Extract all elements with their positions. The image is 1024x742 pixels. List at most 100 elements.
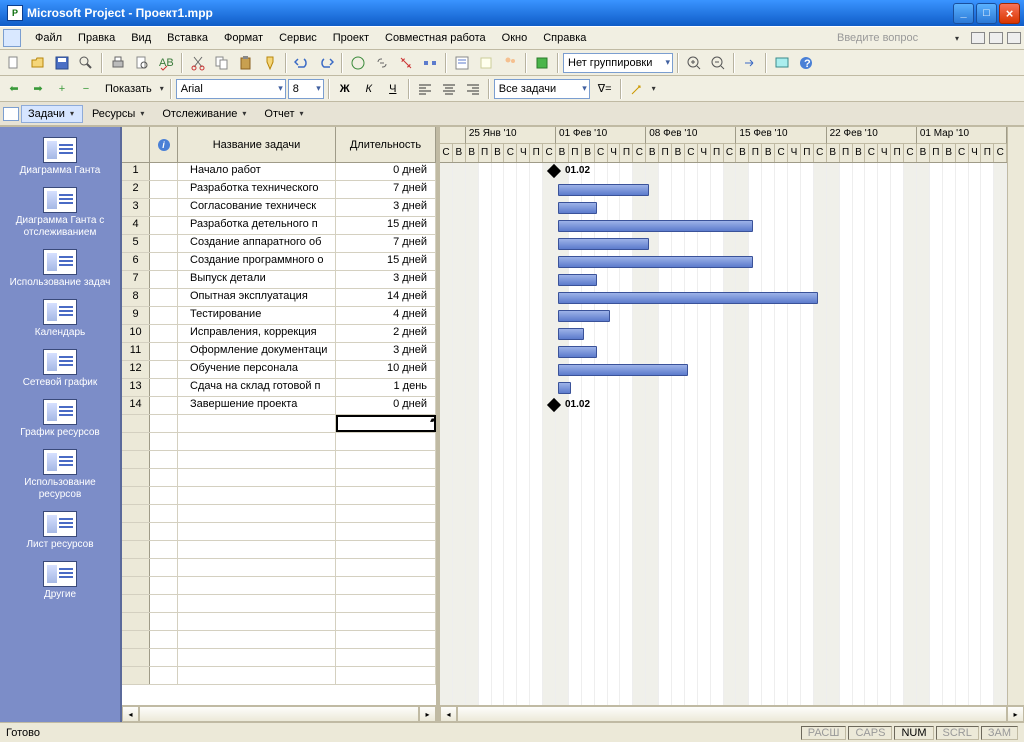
ask-dropdown[interactable]: ▾: [953, 34, 961, 43]
table-row[interactable]: 11Оформление документаци3 дней: [122, 343, 436, 361]
align-center-button[interactable]: [438, 78, 460, 100]
duration-cell[interactable]: 3 дней: [336, 199, 436, 216]
viewbar-resources[interactable]: Ресурсы▾: [85, 105, 153, 123]
hscroll-left-arrow[interactable]: ◂: [122, 706, 139, 722]
menu-help[interactable]: Справка: [535, 29, 594, 47]
doc-minimize-button[interactable]: [971, 32, 985, 44]
wand-dropdown[interactable]: ▾: [650, 84, 658, 93]
table-row[interactable]: 13Сдача на склад готовой п1 день: [122, 379, 436, 397]
redo-button[interactable]: [315, 52, 337, 74]
copy-button[interactable]: [211, 52, 233, 74]
row-info-cell[interactable]: [150, 289, 178, 306]
task-name-cell[interactable]: Завершение проекта: [178, 397, 336, 414]
task-name-cell[interactable]: Создание аппаратного об: [178, 235, 336, 252]
row-number[interactable]: 8: [122, 289, 150, 306]
nav-forward-button[interactable]: ➡: [27, 78, 49, 100]
row-info-cell[interactable]: [150, 379, 178, 396]
menu-insert[interactable]: Вставка: [159, 29, 216, 47]
task-name-cell[interactable]: Обучение персонала: [178, 361, 336, 378]
hscroll-right-track[interactable]: [457, 706, 1007, 722]
side-resource-sheet[interactable]: Лист ресурсов: [3, 507, 117, 555]
duration-cell[interactable]: 3 дней: [336, 271, 436, 288]
underline-button[interactable]: Ч: [382, 78, 404, 100]
viewbar-tracking[interactable]: Отслеживание▾: [155, 105, 255, 123]
table-row[interactable]: [122, 469, 436, 487]
zoom-in-button[interactable]: [683, 52, 705, 74]
menu-tools[interactable]: Сервис: [271, 29, 325, 47]
gantt-bar[interactable]: [558, 274, 597, 286]
show-dropdown[interactable]: ▾: [158, 84, 166, 93]
row-number[interactable]: 13: [122, 379, 150, 396]
publish-button[interactable]: [531, 52, 553, 74]
unlink-tasks-button[interactable]: [395, 52, 417, 74]
minimize-button[interactable]: _: [953, 3, 974, 24]
gantt-bar[interactable]: [558, 382, 571, 394]
align-right-button[interactable]: [462, 78, 484, 100]
header-name[interactable]: Название задачи: [178, 127, 336, 162]
align-left-button[interactable]: [414, 78, 436, 100]
link-tasks-button[interactable]: [371, 52, 393, 74]
hscroll-right-arrow[interactable]: ◂: [440, 706, 457, 722]
row-number[interactable]: 4: [122, 217, 150, 234]
group-combo[interactable]: Нет группировки: [563, 53, 673, 73]
side-tracking-gantt[interactable]: Диаграмма Ганта с отслеживанием: [3, 183, 117, 243]
viewbar-tasks[interactable]: Задачи▾: [21, 105, 83, 123]
gantt-body[interactable]: 01.0201.02: [440, 163, 1007, 705]
row-info-cell[interactable]: [150, 253, 178, 270]
table-row[interactable]: [122, 559, 436, 577]
new-button[interactable]: [3, 52, 25, 74]
task-name-cell[interactable]: Тестирование: [178, 307, 336, 324]
menu-format[interactable]: Формат: [216, 29, 271, 47]
row-info-cell[interactable]: [150, 397, 178, 414]
row-info-cell[interactable]: [150, 271, 178, 288]
hyperlink-button[interactable]: [347, 52, 369, 74]
wand-button[interactable]: [626, 78, 648, 100]
header-rownum[interactable]: [122, 127, 150, 162]
copy-picture-button[interactable]: [771, 52, 793, 74]
table-row[interactable]: [122, 577, 436, 595]
task-name-cell[interactable]: Исправления, коррекция: [178, 325, 336, 342]
print-button[interactable]: [107, 52, 129, 74]
row-info-cell[interactable]: [150, 235, 178, 252]
assign-resources-button[interactable]: [499, 52, 521, 74]
doc-close-button[interactable]: [1007, 32, 1021, 44]
spellcheck-button[interactable]: ABC: [155, 52, 177, 74]
gantt-bar[interactable]: [558, 220, 753, 232]
row-number[interactable]: 6: [122, 253, 150, 270]
task-name-cell[interactable]: Выпуск детали: [178, 271, 336, 288]
table-row[interactable]: [122, 667, 436, 685]
row-number[interactable]: 2: [122, 181, 150, 198]
table-row-editing[interactable]: [122, 415, 436, 433]
table-row[interactable]: 3Согласование техническ3 дней: [122, 199, 436, 217]
hscroll-right-arrow2[interactable]: ▸: [1007, 706, 1024, 722]
table-row[interactable]: [122, 631, 436, 649]
row-number[interactable]: 11: [122, 343, 150, 360]
milestone-diamond[interactable]: [547, 164, 561, 178]
indent-button[interactable]: −: [75, 78, 97, 100]
duration-cell[interactable]: 7 дней: [336, 181, 436, 198]
task-name-cell[interactable]: Оформление документаци: [178, 343, 336, 360]
row-number[interactable]: 7: [122, 271, 150, 288]
hscroll-left-arrow2[interactable]: ▸: [419, 706, 436, 722]
gantt-bar[interactable]: [558, 184, 649, 196]
menu-edit[interactable]: Правка: [70, 29, 123, 47]
filter-combo[interactable]: Все задачи: [494, 79, 590, 99]
duration-cell[interactable]: 0 дней: [336, 163, 436, 180]
table-row[interactable]: [122, 433, 436, 451]
menu-file[interactable]: Файл: [27, 29, 70, 47]
hscroll-left-track[interactable]: [139, 706, 419, 722]
table-row[interactable]: [122, 505, 436, 523]
italic-button[interactable]: К: [358, 78, 380, 100]
row-info-cell[interactable]: [150, 325, 178, 342]
split-task-button[interactable]: [419, 52, 441, 74]
format-painter-button[interactable]: [259, 52, 281, 74]
table-row[interactable]: [122, 523, 436, 541]
autofilter-icon[interactable]: ∇=: [592, 82, 616, 95]
outdent-button[interactable]: +: [51, 78, 73, 100]
row-info-cell[interactable]: [150, 361, 178, 378]
search-button[interactable]: [75, 52, 97, 74]
side-resource-graph[interactable]: График ресурсов: [3, 395, 117, 443]
close-button[interactable]: ×: [999, 3, 1020, 24]
gantt-bar[interactable]: [558, 346, 597, 358]
milestone-diamond[interactable]: [547, 398, 561, 412]
